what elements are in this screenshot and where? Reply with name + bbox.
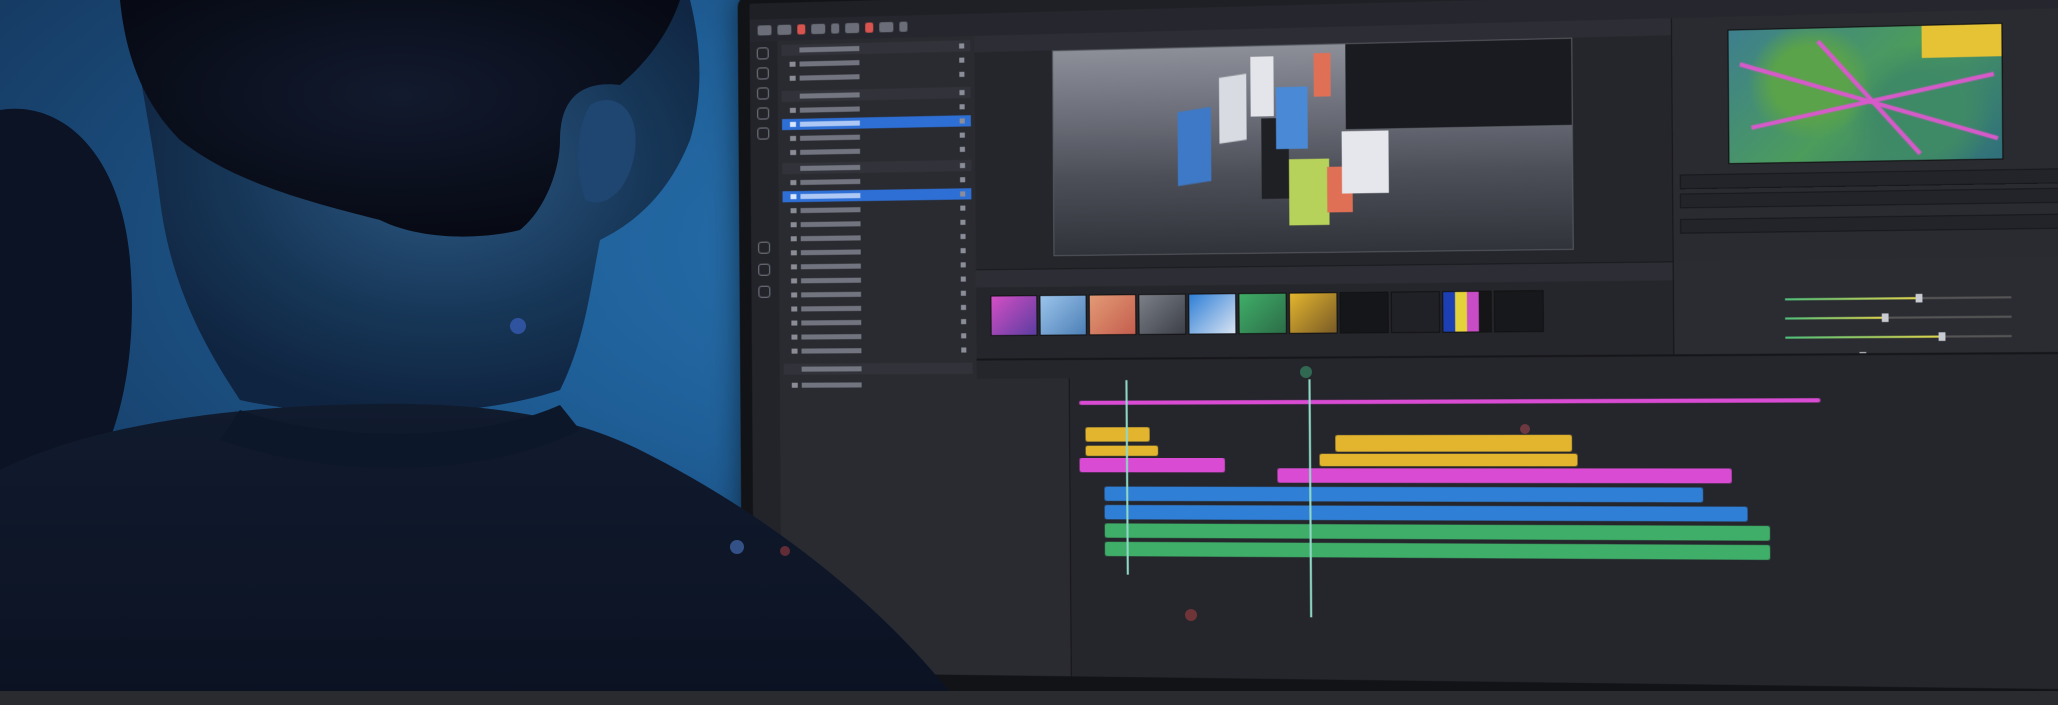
clip-yellow — [1319, 453, 1578, 467]
photo-scene — [0, 0, 2058, 705]
thumbnail — [1088, 294, 1137, 336]
inspector-row — [1680, 213, 2058, 234]
inspector-row — [1679, 187, 2058, 209]
effect-slider — [1785, 293, 2012, 303]
timeline — [976, 351, 2058, 690]
thumbnail — [1238, 292, 1287, 335]
clip-magenta — [1079, 457, 1225, 473]
effect-slider — [1785, 332, 2012, 341]
bokeh-light — [1520, 424, 1530, 434]
clip-magenta — [1079, 398, 1821, 405]
clip-blue — [1104, 486, 1704, 503]
viewer-frame — [1051, 37, 1574, 257]
thumbnail — [1442, 290, 1492, 333]
thumbnail — [1188, 293, 1237, 335]
thumbnail — [1390, 291, 1441, 334]
clip-blue — [1104, 504, 1748, 522]
bottom-strip — [0, 691, 2058, 705]
bokeh-light — [510, 318, 526, 334]
thumbnail — [1493, 290, 1544, 333]
thumbnail — [1288, 292, 1338, 334]
clip-yellow — [1085, 427, 1150, 442]
clip-yellow — [1085, 445, 1159, 456]
clip-magenta — [1277, 468, 1732, 484]
bokeh-light — [1300, 366, 1312, 378]
clip-yellow — [1335, 434, 1572, 452]
inspector-panel — [1670, 8, 2058, 262]
clip-green — [1104, 541, 1771, 560]
thumbnail — [1138, 293, 1187, 336]
thumbnail — [1039, 294, 1087, 336]
transport-controls — [1679, 168, 2058, 190]
bokeh-light — [780, 546, 790, 556]
preview-viewer — [974, 18, 1673, 270]
media-thumbnails — [976, 280, 1674, 359]
person-silhouette — [0, 0, 960, 705]
bokeh-light — [1185, 609, 1197, 621]
clip-green — [1104, 523, 1771, 541]
playhead — [1125, 380, 1129, 575]
thumbnail — [1339, 291, 1389, 334]
effect-slider — [1785, 313, 2012, 323]
map-preview — [1727, 22, 2004, 165]
bokeh-light — [730, 540, 744, 554]
